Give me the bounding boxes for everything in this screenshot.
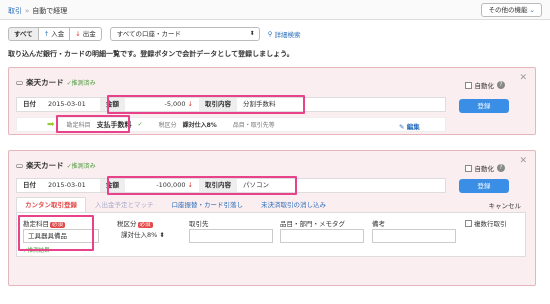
filter-all-label: すべて [14,30,33,38]
required-badge: 必須 [137,222,153,228]
other-functions-label: その他の機能 [488,6,528,14]
filter-row: すべて ↑ 入金 ↓ 出金 すべての口座・カード ⬍ ⚲ 詳細検索 [8,26,300,42]
tab-clear-unsettled[interactable]: 未決済取引の消し込み [252,197,335,212]
date-value: 2015-03-01 [48,181,86,189]
date-label: 日付 [23,100,36,108]
register-button[interactable]: 登録 [459,99,509,113]
highlight-account [56,115,130,133]
items-label: 品目・部門・メモタグ [280,220,345,228]
cancel-button[interactable]: キャンセル [489,200,522,210]
card-name: 楽天カード [26,78,64,87]
page-description: 取り込んだ銀行・カードの明細一覧です。登録ボタンで会計データとして登録しましょう… [8,50,294,58]
auto-label: 自動化 [474,82,495,90]
multiple-label: 複数行取引 [474,220,507,228]
note-label: 備考 [372,220,385,228]
filter-expense-label: 出金 [82,30,96,38]
breadcrumb: 取引» 自動で経理 [8,6,67,16]
breadcrumb-parent-link[interactable]: 取引 [8,7,22,15]
card-icon: ▭ [16,78,24,87]
top-bar: 取引» 自動で経理 その他の機能 ⌄ [0,0,550,20]
partner-input[interactable] [189,229,273,243]
card-title: ▭ 楽天カード ✓推測済み [16,77,96,88]
tax-field-label: 税区分 必須 [117,220,153,228]
select-caret-icon: ⬍ [159,231,165,239]
card-title: ▭ 楽天カード ✓推測済み [16,160,96,171]
transaction-card: ▭ 楽天カード ✓推測済み 自動化? ✕ 登録 日付 2015-03-01 金額 -… [8,150,536,286]
arrow-right-icon: ➡ [47,119,55,130]
other-functions-button[interactable]: その他の機能 ⌄ [481,3,542,17]
auto-checkbox[interactable]: 自動化? [464,163,505,173]
tab-easy-entry[interactable]: カンタン取引登録 [16,197,86,212]
partner-label: 取引先 [189,220,209,228]
filter-income-label: 入金 [51,30,65,38]
filter-expense-button[interactable]: ↓ 出金 [70,27,102,41]
checkbox-icon[interactable] [464,81,472,89]
auto-label: 自動化 [474,165,495,173]
highlight-amount [107,95,305,114]
status-badge: ✓推測済み [66,163,96,170]
search-icon: ⚲ [267,30,273,38]
help-icon[interactable]: ? [497,81,505,89]
select-caret-icon: ⬍ [249,30,255,37]
tax-select[interactable]: 課対仕入8% ⬍ [117,229,181,243]
highlight-amount [107,176,297,195]
checkbox-icon[interactable] [465,219,472,227]
date-label: 日付 [23,181,36,189]
filter-income-button[interactable]: ↑ 入金 [38,27,71,41]
close-icon[interactable]: ✕ [519,73,527,83]
card-name: 楽天カード [26,161,64,170]
note-input[interactable] [372,229,456,243]
tab-bar: カンタン取引登録 入出金予定とマッチ 口座振替・カード引落し 未決済取引の消し込… [16,197,526,213]
status-badge: ✓推測済み [66,80,96,87]
account-select-value: すべての口座・カード [116,30,181,38]
edit-link[interactable]: ✎ 編集 [399,121,420,131]
tax-value: 課対仕入8% [182,122,217,129]
items-label: 品目・取引先等 [232,122,275,129]
close-icon[interactable]: ✕ [519,156,527,166]
advanced-search-link[interactable]: ⚲ 詳細検索 [268,29,301,39]
multiple-checkbox[interactable]: 複数行取引 [465,218,507,228]
date-value: 2015-03-01 [48,100,86,108]
advanced-search-label: 詳細検索 [274,31,301,39]
register-button[interactable]: 登録 [459,179,509,193]
arrow-down-icon: ↓ [75,30,81,38]
tab-match-schedule[interactable]: 入出金予定とマッチ [86,197,163,212]
account-select[interactable]: すべての口座・カード ⬍ [109,27,260,41]
tax-label: 税区分 [158,122,177,129]
help-icon[interactable]: ? [497,164,505,172]
items-input[interactable] [280,229,364,243]
breadcrumb-separator: » [25,7,30,15]
filter-all-button[interactable]: すべて [8,27,39,41]
card-icon: ▭ [16,161,24,170]
tab-transfer[interactable]: 口座振替・カード引落し [163,197,253,212]
auto-checkbox[interactable]: 自動化? [464,80,505,90]
chevron-down-icon: ⌄ [529,6,535,14]
arrow-up-icon: ↑ [43,30,50,38]
highlight-account-field [18,215,94,251]
edit-label: 編集 [406,123,420,131]
transaction-card: ▭ 楽天カード ✓推測済み 自動化? ✕ 登録 日付 2015-03-01 金額 -… [8,67,536,135]
breadcrumb-current: 自動で経理 [32,7,68,15]
checkbox-icon[interactable] [464,164,472,172]
